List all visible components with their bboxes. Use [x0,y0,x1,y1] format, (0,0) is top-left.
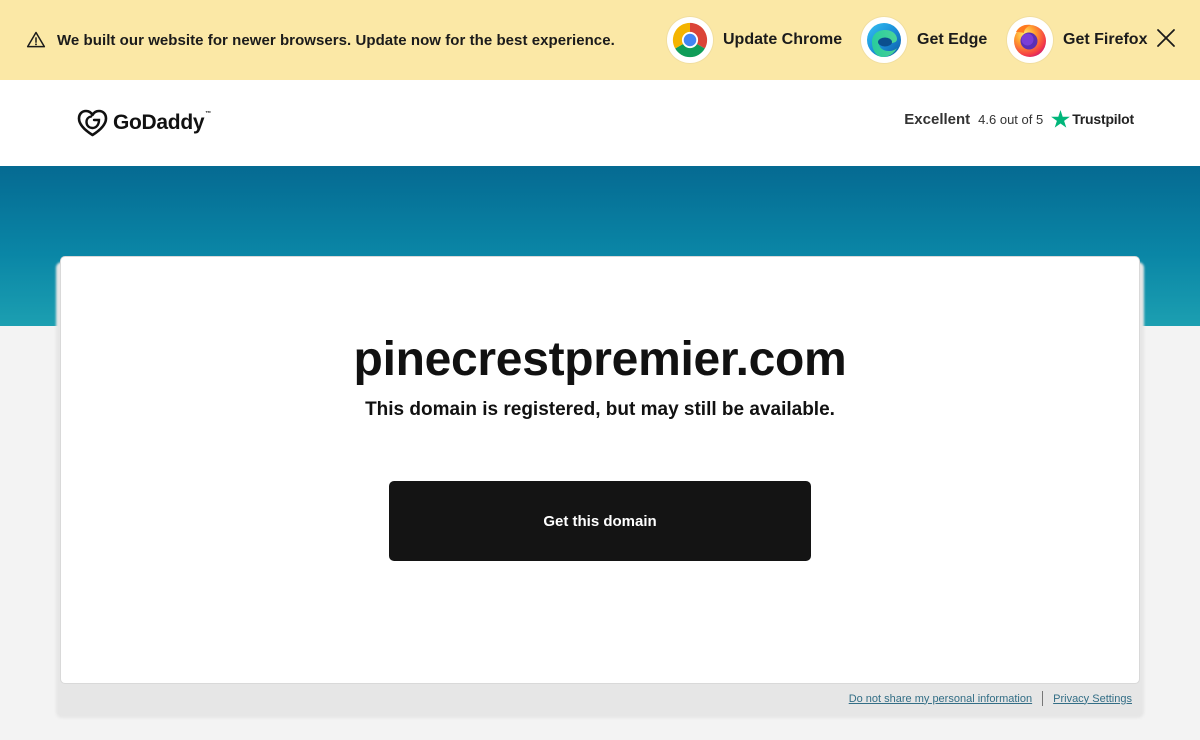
warning-triangle-icon [26,31,46,48]
domain-name-heading: pinecrestpremier.com [353,333,847,386]
get-edge-button[interactable]: Get Edge [861,16,987,64]
firefox-logo-icon [1007,17,1053,63]
trustpilot-score: 4.6 out of 5 [978,111,1044,127]
get-firefox-label: Get Firefox [1063,31,1148,48]
get-this-domain-button[interactable]: Get this domain [389,481,811,561]
trustpilot-rating-word: Excellent [904,110,971,128]
domain-card [60,256,1140,684]
trustpilot-rating[interactable]: Excellent 4.6 out of 5 Trustpilot [904,110,1134,128]
footer-links: Do not share my personal information Pri… [849,691,1132,706]
domain-status-text: This domain is registered, but may still… [365,399,835,420]
get-firefox-button[interactable]: Get Firefox [1007,16,1147,64]
godaddy-logo[interactable]: GoDaddy™ [77,109,211,137]
link-divider [1042,691,1044,706]
get-edge-label: Get Edge [917,31,988,48]
banner-message: We built our website for newer browsers.… [57,32,615,49]
do-not-share-link[interactable]: Do not share my personal information [849,693,1032,705]
update-chrome-label: Update Chrome [723,31,843,48]
update-chrome-button[interactable]: Update Chrome [667,16,842,64]
chrome-logo-icon [667,17,713,63]
trustpilot-star-icon [1051,110,1071,128]
logo-wordmark: GoDaddy™ [113,111,211,134]
privacy-settings-link[interactable]: Privacy Settings [1053,693,1132,705]
godaddy-heart-icon [77,109,108,137]
close-icon[interactable] [1155,27,1177,49]
edge-logo-icon [861,17,907,63]
browser-update-banner: We built our website for newer browsers.… [0,0,1200,80]
trustpilot-brand: Trustpilot [1072,111,1134,127]
